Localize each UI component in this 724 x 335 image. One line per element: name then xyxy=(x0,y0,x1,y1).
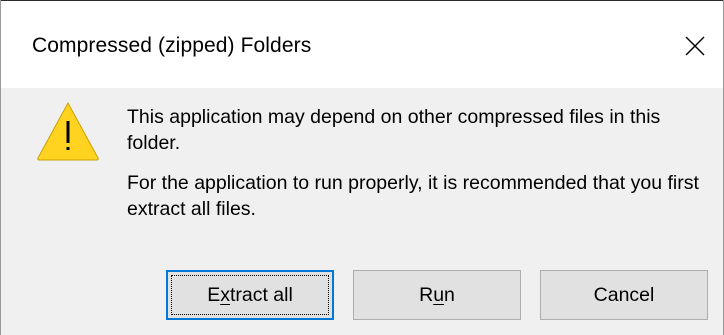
run-label: Run xyxy=(419,283,455,306)
cancel-button[interactable]: Cancel xyxy=(540,270,708,320)
close-button[interactable] xyxy=(673,24,717,68)
extract-all-label: Extract all xyxy=(207,283,293,306)
window-border-left xyxy=(0,0,1,335)
dialog-title: Compressed (zipped) Folders xyxy=(32,34,312,57)
close-icon xyxy=(685,36,705,56)
message-text: This application may depend on other com… xyxy=(127,104,717,222)
title-bar[interactable]: Compressed (zipped) Folders xyxy=(1,1,723,88)
run-button[interactable]: Run xyxy=(353,270,521,320)
cancel-label: Cancel xyxy=(593,283,655,306)
window-border-top xyxy=(0,0,724,1)
extract-all-button[interactable]: Extract all xyxy=(166,270,334,320)
message-dialog: Compressed (zipped) Folders This applica… xyxy=(0,0,724,335)
message-line-1: This application may depend on other com… xyxy=(127,106,661,154)
warning-icon xyxy=(35,100,101,162)
message-line-2: For the application to run properly, it … xyxy=(127,172,699,220)
